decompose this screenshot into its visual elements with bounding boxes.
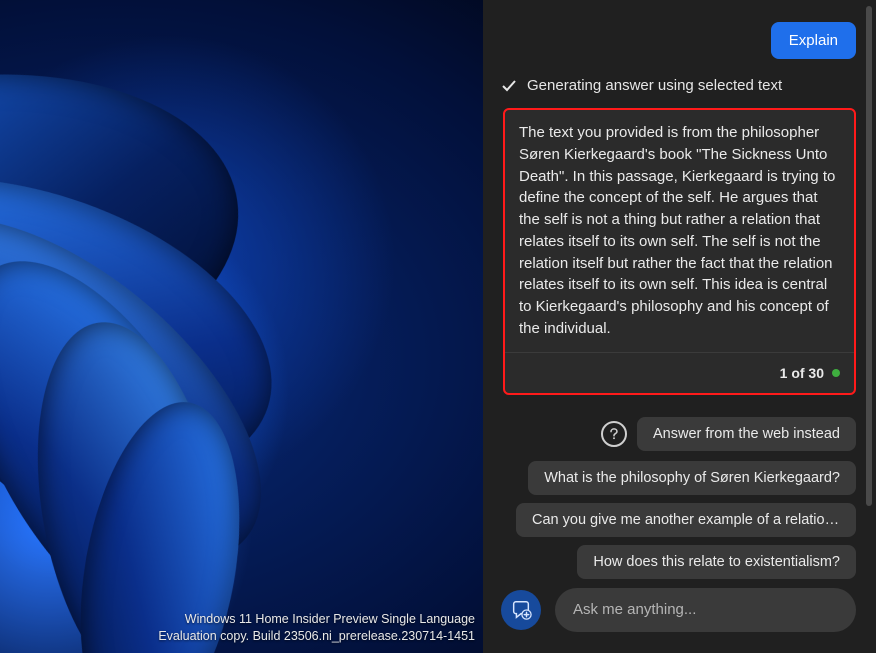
status-dot-icon [832,369,840,377]
suggestion-list: What is the philosophy of Søren Kierkega… [503,461,856,579]
answer-card: The text you provided is from the philos… [503,108,856,395]
input-bar [483,580,876,653]
status-row: Generating answer using selected text [501,77,856,94]
chat-plus-icon [510,599,532,621]
ask-input[interactable] [555,588,856,632]
status-text: Generating answer using selected text [527,77,782,94]
chat-scroll-area: Explain Generating answer using selected… [483,0,876,580]
windows-watermark: Windows 11 Home Insider Preview Single L… [158,611,475,645]
copilot-panel: Explain Generating answer using selected… [483,0,876,653]
question-bubble-icon [601,421,627,447]
watermark-line1: Windows 11 Home Insider Preview Single L… [158,611,475,628]
vertical-scrollbar[interactable] [866,6,872,506]
new-topic-button[interactable] [501,590,541,630]
pagination-label: 1 of 30 [780,363,824,383]
explain-button[interactable]: Explain [771,22,856,59]
check-icon [501,78,517,94]
suggestion-chip[interactable]: What is the philosophy of Søren Kierkega… [528,461,856,495]
answer-from-web-button[interactable]: Answer from the web instead [637,417,856,451]
answer-text: The text you provided is from the philos… [519,122,840,340]
suggestion-chip[interactable]: Can you give me another example of a rel… [516,503,856,537]
suggestion-chip[interactable]: How does this relate to existentialism? [577,545,856,579]
answer-footer: 1 of 30 [505,352,854,393]
watermark-line2: Evaluation copy. Build 23506.ni_prerelea… [158,628,475,645]
desktop-wallpaper: Windows 11 Home Insider Preview Single L… [0,0,483,653]
